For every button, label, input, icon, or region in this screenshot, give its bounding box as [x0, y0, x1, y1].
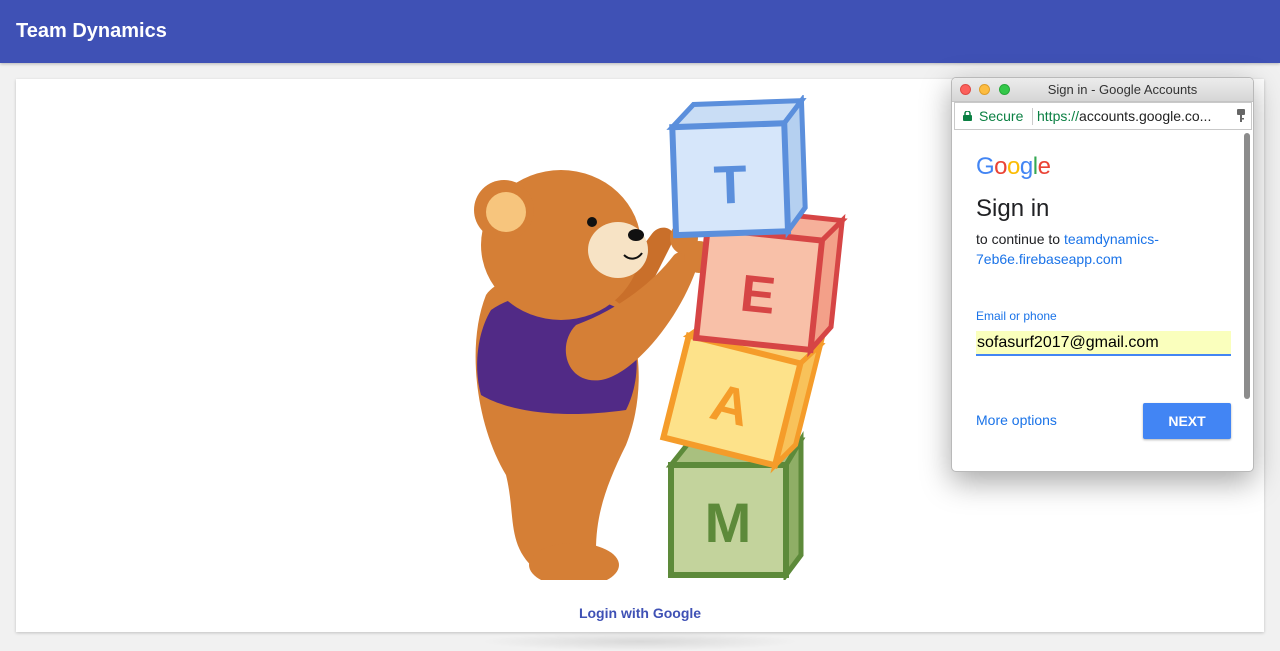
email-field[interactable]: [976, 331, 1231, 356]
teddy-bear-illustration: M A E T: [474, 95, 848, 580]
bear-eye: [587, 217, 597, 227]
svg-text:E: E: [738, 265, 779, 326]
app-bar: Team Dynamics: [0, 0, 1280, 63]
url-scheme: https://: [1037, 108, 1080, 124]
continue-prefix: to continue to: [976, 231, 1061, 247]
signin-form: Google Sign in to continue to teamdynami…: [952, 131, 1253, 471]
bear-nose: [628, 229, 644, 241]
url-bar[interactable]: Secure https://accounts.google.co...: [954, 102, 1252, 130]
key-icon[interactable]: [1236, 109, 1246, 123]
popup-scrollbar[interactable]: [1244, 133, 1250, 399]
popup-titlebar[interactable]: Sign in - Google Accounts: [952, 78, 1253, 102]
url-text: https://accounts.google.co...: [1037, 108, 1227, 124]
block-t: T: [666, 95, 808, 239]
app-title: Team Dynamics: [16, 20, 167, 42]
url-divider: [1032, 108, 1033, 125]
svg-text:T: T: [713, 155, 748, 216]
popup-window-title: Sign in - Google Accounts: [1047, 82, 1198, 97]
lock-icon: [963, 111, 972, 121]
more-options-link[interactable]: More options: [976, 412, 1057, 428]
continue-text: to continue to teamdynamics-7eb6e.fireba…: [976, 229, 1226, 269]
email-field-label: Email or phone: [976, 309, 1057, 323]
google-logo: Google: [976, 153, 1051, 180]
login-with-google-link[interactable]: Login with Google: [16, 605, 1264, 621]
secure-label: Secure: [979, 108, 1024, 124]
signin-heading: Sign in: [976, 195, 1050, 222]
svg-text:M: M: [705, 491, 752, 554]
bear-ear-inner: [486, 192, 526, 232]
url-host: accounts.google.co...: [1079, 108, 1212, 124]
next-button[interactable]: NEXT: [1143, 403, 1231, 439]
card-shadow: [480, 632, 800, 651]
google-signin-popup: Sign in - Google Accounts Secure https:/…: [951, 77, 1254, 472]
